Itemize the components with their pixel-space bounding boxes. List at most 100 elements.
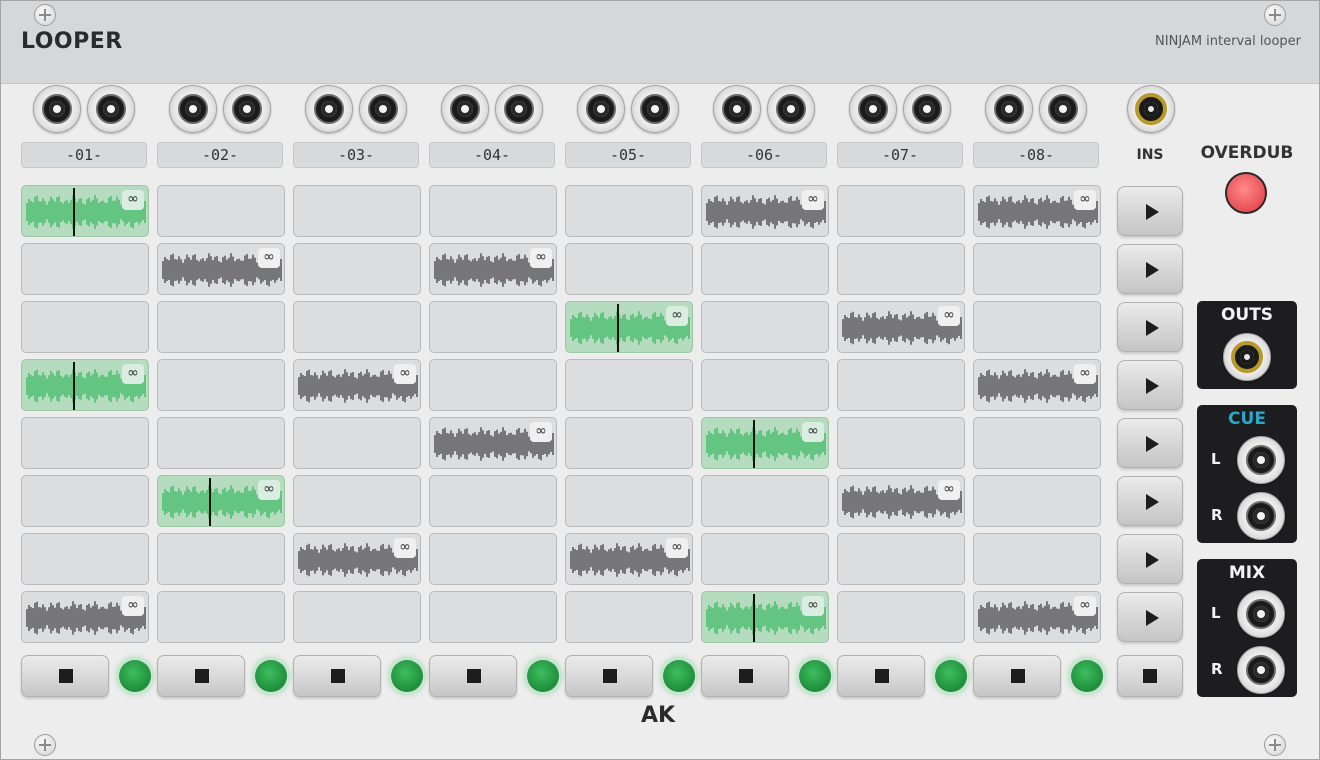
clip-slot[interactable] (21, 301, 149, 353)
clip-slot[interactable] (565, 185, 693, 237)
clip-slot[interactable] (157, 185, 285, 237)
clip-slot[interactable] (293, 243, 421, 295)
clip-slot[interactable] (157, 417, 285, 469)
scene-launch-button[interactable] (1117, 534, 1183, 584)
channel-input-left-jack[interactable] (441, 85, 489, 133)
clip-slot[interactable]: ∞ (701, 417, 829, 469)
channel-input-left-jack[interactable] (577, 85, 625, 133)
clip-slot[interactable]: ∞ (973, 185, 1101, 237)
ins-jack[interactable] (1127, 85, 1175, 133)
clip-slot[interactable]: ∞ (837, 475, 965, 527)
scene-launch-button[interactable] (1117, 476, 1183, 526)
scene-launch-button[interactable] (1117, 592, 1183, 642)
channel-input-right-jack[interactable] (1039, 85, 1087, 133)
channel-stop-button[interactable] (565, 655, 653, 697)
scene-launch-button[interactable] (1117, 186, 1183, 236)
clip-slot[interactable]: ∞ (565, 301, 693, 353)
clip-slot[interactable] (429, 533, 557, 585)
clip-slot[interactable]: ∞ (293, 359, 421, 411)
clip-slot[interactable]: ∞ (973, 359, 1101, 411)
channel-stop-button[interactable] (701, 655, 789, 697)
scene-launch-button[interactable] (1117, 418, 1183, 468)
channel-input-right-jack[interactable] (495, 85, 543, 133)
outs-jack[interactable] (1223, 333, 1271, 381)
clip-slot[interactable] (429, 359, 557, 411)
channel-stop-button[interactable] (973, 655, 1061, 697)
channel-stop-button[interactable] (157, 655, 245, 697)
clip-slot[interactable] (701, 533, 829, 585)
clip-slot[interactable]: ∞ (565, 533, 693, 585)
overdub-button[interactable] (1225, 172, 1267, 214)
clip-slot[interactable]: ∞ (429, 243, 557, 295)
clip-slot[interactable] (429, 475, 557, 527)
clip-slot[interactable] (565, 359, 693, 411)
clip-slot[interactable]: ∞ (21, 185, 149, 237)
clip-slot[interactable] (429, 185, 557, 237)
scene-launch-button[interactable] (1117, 302, 1183, 352)
clip-slot[interactable]: ∞ (973, 591, 1101, 643)
clip-slot[interactable] (293, 417, 421, 469)
clip-slot[interactable] (973, 301, 1101, 353)
cue-right-jack[interactable] (1237, 492, 1285, 540)
clip-slot[interactable] (973, 475, 1101, 527)
clip-slot[interactable] (973, 243, 1101, 295)
clip-slot[interactable] (21, 243, 149, 295)
clip-slot[interactable] (565, 417, 693, 469)
clip-slot[interactable] (565, 243, 693, 295)
clip-slot[interactable]: ∞ (21, 359, 149, 411)
clip-slot[interactable] (701, 243, 829, 295)
channel-input-left-jack[interactable] (169, 85, 217, 133)
clip-slot[interactable] (837, 533, 965, 585)
clip-slot[interactable] (701, 475, 829, 527)
channel-input-right-jack[interactable] (903, 85, 951, 133)
clip-slot[interactable] (293, 301, 421, 353)
clip-slot[interactable] (21, 533, 149, 585)
clip-slot[interactable]: ∞ (157, 475, 285, 527)
clip-slot[interactable]: ∞ (293, 533, 421, 585)
clip-slot[interactable] (429, 301, 557, 353)
clip-slot[interactable] (973, 417, 1101, 469)
channel-input-right-jack[interactable] (359, 85, 407, 133)
channel-input-right-jack[interactable] (87, 85, 135, 133)
clip-slot[interactable] (837, 243, 965, 295)
clip-slot[interactable] (701, 301, 829, 353)
clip-slot[interactable]: ∞ (21, 591, 149, 643)
channel-stop-button[interactable] (21, 655, 109, 697)
clip-slot[interactable] (837, 185, 965, 237)
clip-slot[interactable] (973, 533, 1101, 585)
clip-slot[interactable] (21, 417, 149, 469)
channel-input-left-jack[interactable] (33, 85, 81, 133)
stop-all-button[interactable] (1117, 655, 1183, 697)
clip-slot[interactable]: ∞ (701, 185, 829, 237)
scene-launch-button[interactable] (1117, 360, 1183, 410)
clip-slot[interactable] (837, 359, 965, 411)
clip-slot[interactable]: ∞ (429, 417, 557, 469)
cue-left-jack[interactable] (1237, 436, 1285, 484)
clip-slot[interactable] (429, 591, 557, 643)
channel-input-left-jack[interactable] (305, 85, 353, 133)
clip-slot[interactable] (701, 359, 829, 411)
channel-stop-button[interactable] (837, 655, 925, 697)
mix-left-jack[interactable] (1237, 590, 1285, 638)
channel-stop-button[interactable] (429, 655, 517, 697)
clip-slot[interactable]: ∞ (837, 301, 965, 353)
clip-slot[interactable] (21, 475, 149, 527)
clip-slot[interactable] (157, 359, 285, 411)
clip-slot[interactable] (293, 185, 421, 237)
clip-slot[interactable] (565, 591, 693, 643)
clip-slot[interactable] (293, 475, 421, 527)
clip-slot[interactable] (157, 533, 285, 585)
scene-launch-button[interactable] (1117, 244, 1183, 294)
channel-input-right-jack[interactable] (631, 85, 679, 133)
clip-slot[interactable]: ∞ (701, 591, 829, 643)
channel-input-right-jack[interactable] (223, 85, 271, 133)
channel-input-left-jack[interactable] (713, 85, 761, 133)
clip-slot[interactable] (293, 591, 421, 643)
channel-input-left-jack[interactable] (849, 85, 897, 133)
clip-slot[interactable]: ∞ (157, 243, 285, 295)
clip-slot[interactable] (837, 591, 965, 643)
clip-slot[interactable] (565, 475, 693, 527)
mix-right-jack[interactable] (1237, 646, 1285, 694)
clip-slot[interactable] (157, 301, 285, 353)
clip-slot[interactable] (157, 591, 285, 643)
